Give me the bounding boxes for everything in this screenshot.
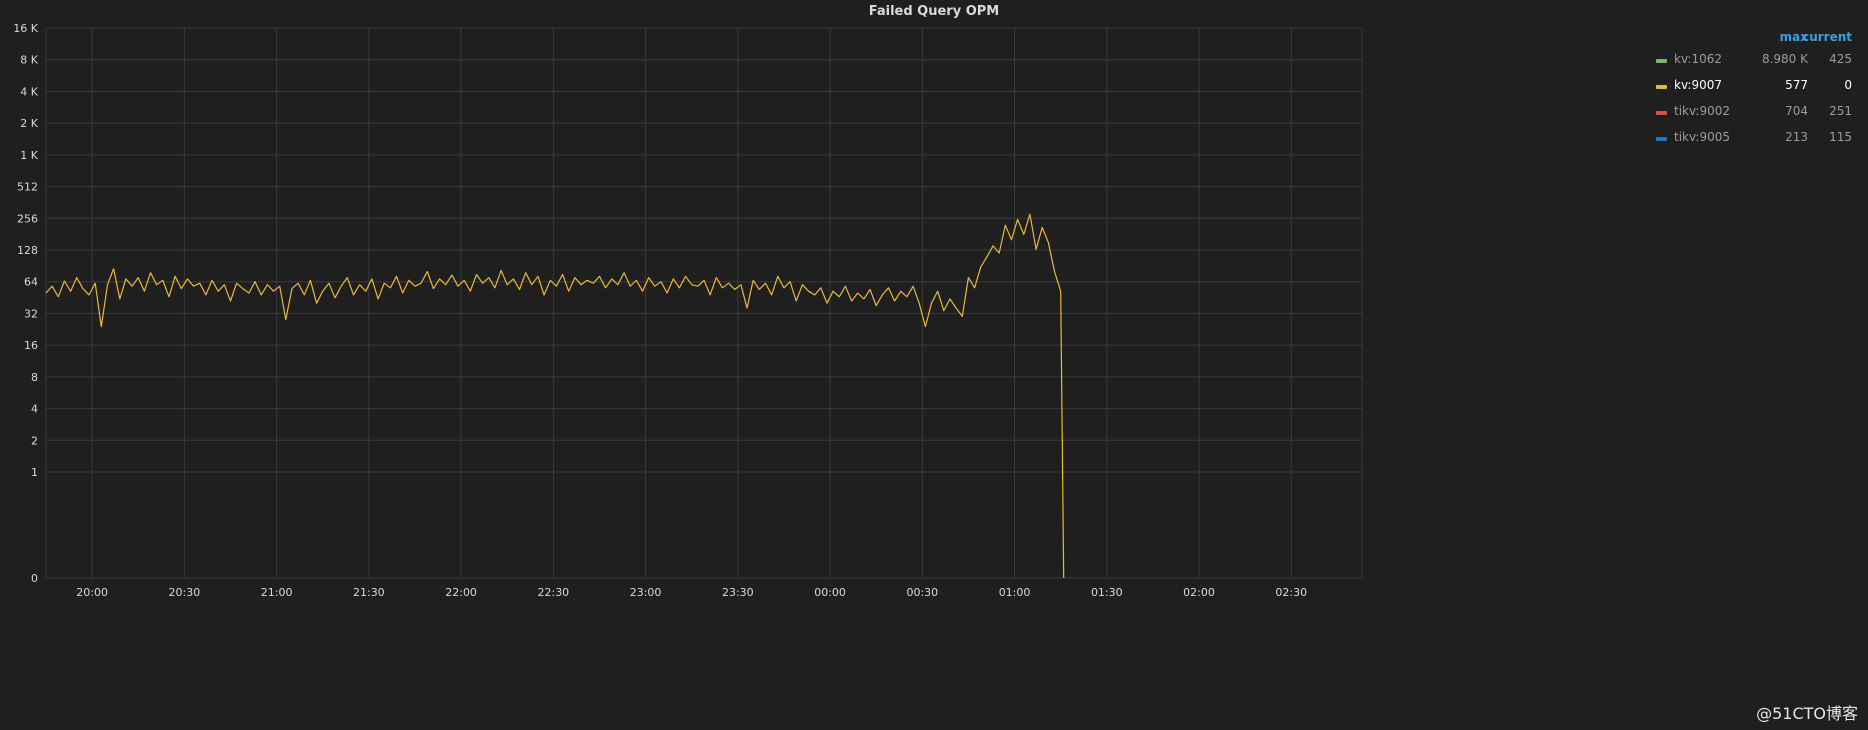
x-tick-label: 21:30 bbox=[353, 586, 385, 599]
graph-panel: 0 1 2 4 8 16 32 64 128 256 512 1 K 2 K 4 K 8 K 16 K 20:… bbox=[0, 0, 1868, 730]
plot-border bbox=[45, 27, 1363, 579]
x-tick-label: 23:00 bbox=[630, 586, 662, 599]
x-tick-label: 00:00 bbox=[814, 586, 846, 599]
x-tick-label: 22:30 bbox=[537, 586, 569, 599]
series-layer bbox=[45, 213, 1065, 579]
legend-item-current: 0 bbox=[1844, 78, 1852, 92]
y-tick-label: 0 bbox=[31, 572, 38, 585]
y-tick-label: 256 bbox=[17, 212, 38, 225]
y-axis: 0 1 2 4 8 16 32 64 128 256 512 1 K 2 K 4 K 8 K 16 K bbox=[13, 22, 38, 585]
x-tick-label: 00:30 bbox=[906, 586, 938, 599]
y-tick-label: 512 bbox=[17, 181, 38, 194]
legend-item-kv-1062[interactable]: kv:1062 8.980 K 425 bbox=[1636, 48, 1860, 74]
y-tick-label: 128 bbox=[17, 244, 38, 257]
grid-layer bbox=[45, 27, 1363, 579]
x-tick-label: 01:30 bbox=[1091, 586, 1123, 599]
y-tick-label: 32 bbox=[24, 307, 38, 320]
legend-item-label: tikv:9002 bbox=[1674, 104, 1731, 118]
legend-header-current[interactable]: current bbox=[1802, 30, 1852, 44]
legend-item-kv-9007[interactable]: kv:9007 577 0 bbox=[1636, 74, 1860, 100]
legend-swatch-tikv-9005 bbox=[1656, 137, 1667, 141]
y-tick-label: 16 K bbox=[13, 22, 38, 35]
x-tick-label: 22:00 bbox=[445, 586, 477, 599]
series-line-kv-9007[interactable] bbox=[45, 213, 1065, 579]
legend-item-max: 213 bbox=[1785, 130, 1808, 144]
chart-svg: 0 1 2 4 8 16 32 64 128 256 512 1 K 2 K 4 K 8 K 16 K 20:… bbox=[13, 22, 1363, 599]
legend-header: max current bbox=[1636, 30, 1860, 48]
y-tick-label: 1 bbox=[31, 466, 38, 479]
x-tick-label: 21:00 bbox=[261, 586, 293, 599]
y-tick-label: 8 K bbox=[20, 54, 38, 67]
legend-swatch-kv-1062 bbox=[1656, 59, 1667, 63]
y-tick-label: 2 K bbox=[20, 117, 38, 130]
legend-item-current: 251 bbox=[1829, 104, 1852, 118]
x-tick-label: 02:30 bbox=[1275, 586, 1307, 599]
legend-item-max: 8.980 K bbox=[1761, 52, 1808, 66]
panel-title[interactable]: Failed Query OPM bbox=[0, 4, 1868, 19]
x-tick-label: 20:30 bbox=[169, 586, 201, 599]
legend-item-current: 425 bbox=[1829, 52, 1852, 66]
legend: max current kv:1062 8.980 K 425 kv:9007 … bbox=[1636, 30, 1860, 152]
y-tick-label: 1 K bbox=[20, 149, 38, 162]
x-tick-label: 20:00 bbox=[76, 586, 108, 599]
x-tick-label: 02:00 bbox=[1183, 586, 1215, 599]
x-tick-label: 01:00 bbox=[999, 586, 1031, 599]
y-tick-label: 64 bbox=[24, 276, 38, 289]
x-tick-label: 23:30 bbox=[722, 586, 754, 599]
legend-item-max: 577 bbox=[1785, 78, 1808, 92]
legend-item-label: kv:9007 bbox=[1674, 78, 1722, 92]
y-tick-label: 2 bbox=[31, 434, 38, 447]
legend-item-tikv-9002[interactable]: tikv:9002 704 251 bbox=[1636, 100, 1860, 126]
y-tick-label: 8 bbox=[31, 371, 38, 384]
watermark: @51CTO博客 bbox=[1756, 704, 1858, 723]
legend-item-tikv-9005[interactable]: tikv:9005 213 115 bbox=[1636, 126, 1860, 152]
legend-item-label: kv:1062 bbox=[1674, 52, 1722, 66]
legend-swatch-tikv-9002 bbox=[1656, 111, 1667, 115]
y-tick-label: 4 bbox=[31, 403, 38, 416]
legend-swatch-kv-9007 bbox=[1656, 85, 1667, 89]
legend-item-label: tikv:9005 bbox=[1674, 130, 1731, 144]
y-tick-label: 16 bbox=[24, 339, 38, 352]
legend-item-current: 115 bbox=[1829, 130, 1852, 144]
legend-item-max: 704 bbox=[1785, 104, 1808, 118]
x-axis: 20:00 20:30 21:00 21:30 22:00 22:30 23:00 23:30… bbox=[76, 586, 1307, 599]
y-tick-label: 4 K bbox=[20, 85, 38, 98]
